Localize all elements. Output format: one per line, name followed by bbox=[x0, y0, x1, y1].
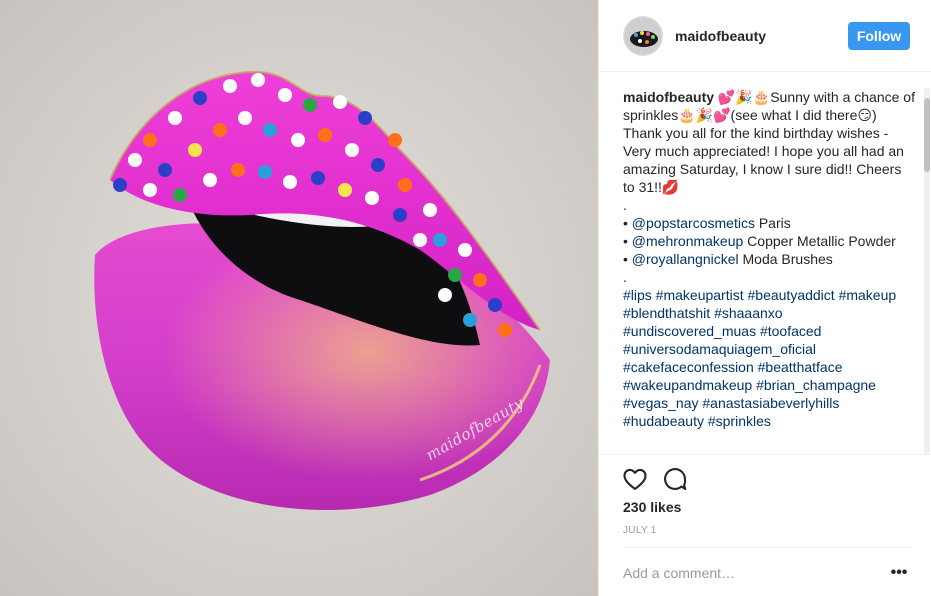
comment-bubble-icon[interactable] bbox=[661, 465, 689, 493]
follow-button[interactable]: Follow bbox=[848, 22, 910, 50]
credit-item: • @mehronmakeup Copper Metallic Powder bbox=[623, 232, 915, 250]
credit-item: • @royallangnickel Moda Brushes bbox=[623, 250, 915, 268]
caption-separator: . bbox=[623, 197, 627, 213]
mention-link[interactable]: @popstarcosmetics bbox=[632, 215, 755, 231]
bullet: • bbox=[623, 251, 632, 267]
mention-link[interactable]: @mehronmakeup bbox=[632, 233, 744, 249]
bullet: • bbox=[623, 233, 632, 249]
caption-separator: . bbox=[623, 269, 627, 285]
post-date: JULY 1 bbox=[623, 525, 657, 536]
mention-link[interactable]: @royallangnickel bbox=[632, 251, 739, 267]
credit-text: Copper Metallic Powder bbox=[743, 233, 896, 249]
likes-count[interactable]: 230 likes bbox=[623, 499, 681, 515]
comment-box: ••• bbox=[623, 547, 911, 595]
post-photo[interactable]: maidofbeauty bbox=[0, 0, 598, 596]
caption-scrollbar[interactable] bbox=[924, 88, 930, 454]
comment-input[interactable] bbox=[623, 562, 873, 584]
caption: maidofbeauty 💕🎉🎂Sunny with a chance of s… bbox=[623, 88, 919, 454]
hashtags[interactable]: #lips #makeupartist #beautyaddict #makeu… bbox=[623, 286, 915, 430]
lips-image bbox=[0, 0, 598, 596]
heart-outline-icon[interactable] bbox=[621, 465, 649, 493]
caption-text: maidofbeauty 💕🎉🎂Sunny with a chance of s… bbox=[623, 88, 915, 196]
scroll-thumb[interactable] bbox=[924, 98, 930, 172]
credit-text: Paris bbox=[754, 215, 791, 231]
credit-text: Moda Brushes bbox=[738, 251, 833, 267]
post-sidebar: maidofbeauty Follow maidofbeauty 💕🎉🎂Sunn… bbox=[598, 0, 931, 596]
bullet: • bbox=[623, 215, 632, 231]
more-options-icon[interactable]: ••• bbox=[889, 564, 909, 582]
post-actions: 230 likes JULY 1 ••• bbox=[599, 454, 931, 594]
post-header: maidofbeauty Follow bbox=[599, 0, 931, 72]
avatar[interactable] bbox=[623, 16, 663, 56]
credit-item: • @popstarcosmetics Paris bbox=[623, 214, 915, 232]
caption-username[interactable]: maidofbeauty bbox=[623, 89, 714, 105]
header-username[interactable]: maidofbeauty bbox=[675, 28, 766, 44]
